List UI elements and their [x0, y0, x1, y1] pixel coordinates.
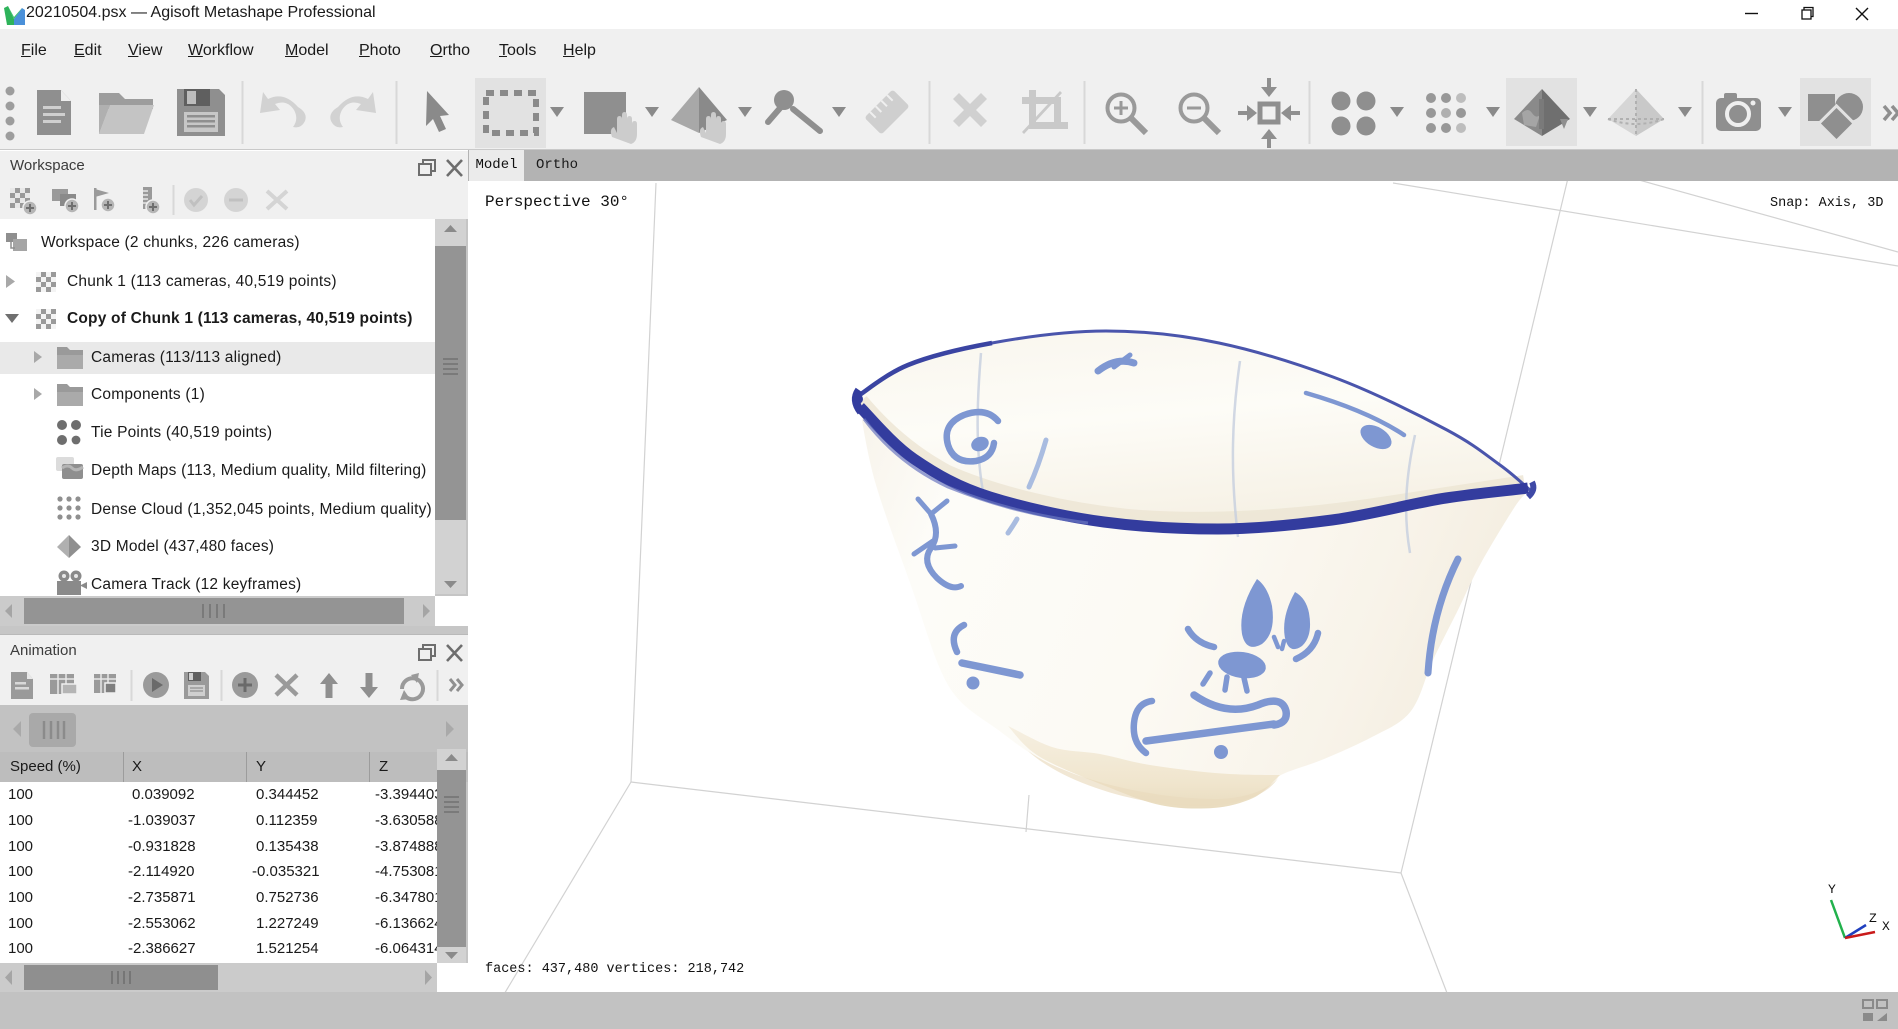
svg-text:Y: Y: [1828, 882, 1836, 897]
svg-text:Z: Z: [1869, 911, 1877, 926]
svg-text:X: X: [1882, 919, 1890, 934]
